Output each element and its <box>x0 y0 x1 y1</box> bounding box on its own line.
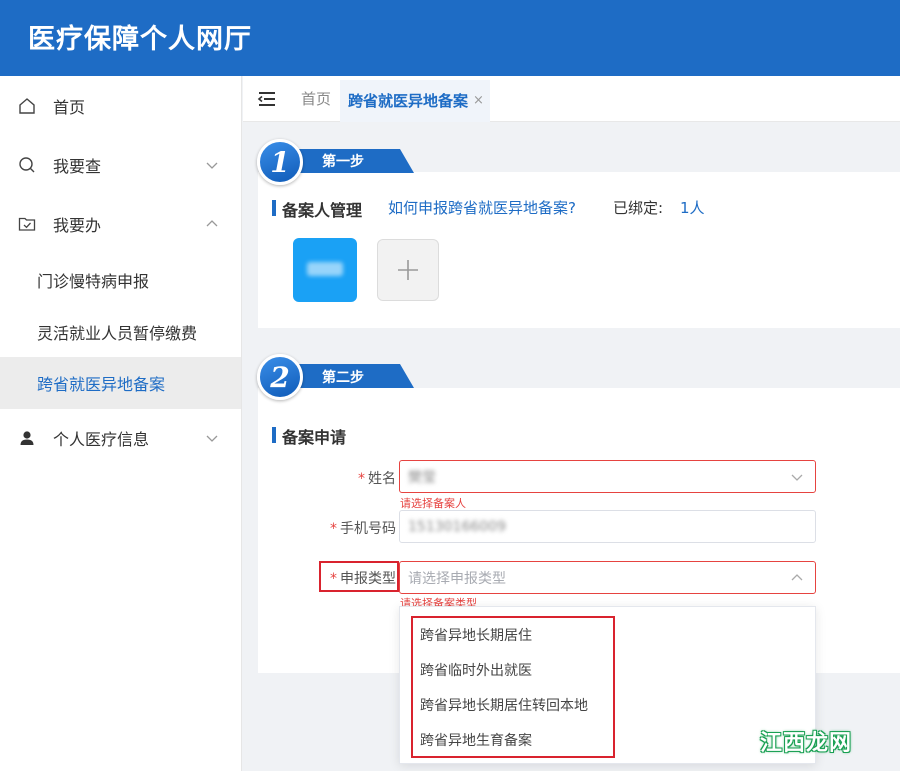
blurred-name <box>307 262 343 276</box>
sidebar-item-query[interactable]: 我要查 <box>0 139 241 191</box>
menu-fold-icon[interactable] <box>257 89 277 109</box>
name-value: 樊莹 <box>408 469 436 486</box>
plus-icon <box>398 260 418 280</box>
type-select[interactable]: 请选择申报类型 <box>399 561 816 594</box>
phone-value: 15130166009 <box>408 518 506 535</box>
bound-person-avatar[interactable] <box>293 238 357 302</box>
step2-label: 第二步 <box>322 370 364 386</box>
folder-check-icon <box>17 214 37 234</box>
name-select[interactable]: 樊莹 <box>399 460 816 493</box>
phone-input[interactable]: 15130166009 <box>399 510 816 543</box>
sidebar-item-handle[interactable]: 我要办 <box>0 198 241 250</box>
step1-section-title: 备案人管理 <box>272 197 362 221</box>
tab-cross-province-filing[interactable]: 跨省就医异地备案 × <box>340 80 490 122</box>
sidebar-subitem-label: 灵活就业人员暂停缴费 <box>37 324 198 343</box>
sidebar-item-personal-medical-info[interactable]: 个人医疗信息 <box>0 412 241 464</box>
chevron-down-icon <box>206 162 218 169</box>
options-highlight-frame <box>411 616 615 758</box>
required-mark: * <box>330 521 337 537</box>
sidebar-item-label: 个人医疗信息 <box>53 430 150 449</box>
chevron-up-icon <box>791 574 803 581</box>
type-placeholder: 请选择申报类型 <box>408 570 506 587</box>
type-label-highlight-frame <box>319 561 399 592</box>
help-link[interactable]: 如何申报跨省就医异地备案? <box>388 197 576 218</box>
step1-label: 第一步 <box>322 154 364 170</box>
bound-count-label: 已绑定: <box>613 199 664 217</box>
home-icon <box>17 96 37 116</box>
name-label: * 姓名 <box>358 471 396 487</box>
chevron-up-icon <box>206 220 218 227</box>
sidebar: 首页 我要查 我要办 门诊慢特病申报 灵活就业人员暂停缴费 跨省就医异地备案 个… <box>0 76 242 771</box>
tab-label: 跨省就医异地备案 <box>348 92 469 110</box>
tab-home[interactable]: 首页 <box>301 76 331 122</box>
user-icon <box>17 428 37 448</box>
tab-bar: 首页 跨省就医异地备案 × <box>243 76 900 122</box>
sidebar-subitem-label: 门诊慢特病申报 <box>37 272 150 291</box>
search-icon <box>17 155 37 175</box>
name-error: 请选择备案人 <box>400 497 466 510</box>
tab-close-icon[interactable]: × <box>473 80 484 122</box>
chevron-down-icon <box>791 474 803 481</box>
sidebar-item-label: 我要办 <box>53 216 102 235</box>
sidebar-subitem-label: 跨省就医异地备案 <box>37 375 166 394</box>
watermark: 江西龙网 <box>760 731 853 756</box>
bound-count-value[interactable]: 1人 <box>680 197 705 218</box>
step2-section-title: 备案申请 <box>272 424 346 448</box>
sidebar-item-home[interactable]: 首页 <box>0 80 241 132</box>
sidebar-item-label: 我要查 <box>53 157 102 176</box>
sidebar-subitem-cross-province-filing[interactable]: 跨省就医异地备案 <box>0 357 241 409</box>
phone-label: * 手机号码 <box>330 521 396 537</box>
step2-number-badge: 2 <box>257 354 303 400</box>
sidebar-item-label: 首页 <box>53 98 86 117</box>
app-title: 医疗保障个人网厅 <box>28 24 252 55</box>
required-mark: * <box>358 471 365 487</box>
step1-number-badge: 1 <box>257 139 303 185</box>
sidebar-subitem-flexible-employment[interactable]: 灵活就业人员暂停缴费 <box>0 306 241 358</box>
sidebar-subitem-chronic-disease[interactable]: 门诊慢特病申报 <box>0 254 241 306</box>
top-header: 医疗保障个人网厅 <box>0 0 900 76</box>
chevron-down-icon <box>206 435 218 442</box>
add-person-button[interactable] <box>377 239 439 301</box>
